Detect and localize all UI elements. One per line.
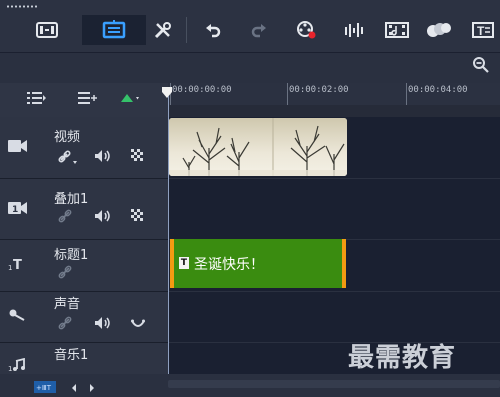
link-icon[interactable] (58, 149, 78, 168)
scroll-left-icon[interactable] (70, 378, 78, 397)
main-toolbar: T (0, 0, 500, 53)
link-icon[interactable] (58, 209, 72, 226)
track-name: 叠加1 (54, 192, 89, 207)
track-header-music[interactable]: 1 音乐1 (0, 343, 168, 375)
volume-icon[interactable] (94, 316, 112, 333)
add-track-icon[interactable] (120, 91, 142, 109)
redo-icon[interactable] (242, 15, 276, 45)
track-name: 声音 (54, 297, 81, 312)
tools-icon[interactable] (146, 15, 180, 45)
library-icon[interactable] (30, 15, 64, 45)
add-track-small-icon[interactable]: +ⅢT (34, 378, 56, 397)
checker-icon[interactable] (131, 209, 144, 225)
svg-text:+ⅢT: +ⅢT (36, 384, 52, 392)
video-clip-thumbnail (169, 118, 347, 176)
svg-text:1: 1 (12, 205, 18, 215)
track-name: 视频 (54, 130, 81, 145)
undo-icon[interactable] (196, 15, 230, 45)
title-clip[interactable]: T 圣诞快乐！ (170, 239, 346, 288)
grip-handle[interactable] (6, 5, 38, 8)
ruler-timecode: 00:00:00:00 (172, 85, 232, 95)
ruler-timecode: 00:00:02:00 (289, 85, 349, 95)
track-header-controls (0, 83, 168, 118)
ruler-tick (287, 83, 288, 105)
record-capture-icon[interactable] (290, 15, 324, 45)
svg-text:1: 1 (8, 264, 12, 271)
watermark-text: 最需教育 (348, 343, 457, 373)
sound-mixer-icon[interactable] (338, 15, 372, 45)
svg-text:1: 1 (8, 365, 12, 372)
video-clip[interactable] (169, 118, 347, 176)
ruler-strip (168, 105, 500, 117)
bottom-bar: +ⅢT (0, 374, 500, 397)
title-clip-text: 圣诞快乐！ (194, 257, 264, 273)
video-track-icon (8, 139, 28, 157)
title-clip-icon: T (179, 257, 189, 269)
horizontal-scrollbar[interactable] (168, 380, 500, 388)
timeline-view-icon[interactable] (82, 15, 146, 45)
link-icon[interactable] (58, 316, 72, 333)
zoom-row (0, 53, 500, 83)
auto-music-icon[interactable] (380, 15, 414, 45)
volume-icon[interactable] (94, 149, 112, 166)
track-header-voice[interactable]: 声音 (0, 292, 168, 343)
microphone-icon (8, 308, 28, 326)
track-name: 标题1 (54, 248, 89, 263)
zoom-out-icon[interactable] (472, 56, 490, 78)
svg-text:T: T (477, 24, 485, 38)
toolbar-separator (186, 17, 187, 43)
track-manager-icon[interactable] (27, 91, 47, 109)
checker-icon[interactable] (131, 149, 144, 165)
track-header-video[interactable]: 视频 (0, 117, 168, 179)
mask-creator-icon[interactable] (422, 15, 456, 45)
track-header-title[interactable]: 1T 标题1 (0, 240, 168, 292)
overlay-track-icon: 1 (8, 201, 28, 219)
track-name: 音乐1 (54, 348, 89, 363)
title-track-icon: 1T (8, 257, 28, 275)
scroll-right-icon[interactable] (88, 378, 96, 397)
link-icon[interactable] (58, 265, 72, 282)
svg-text:T: T (13, 258, 22, 271)
ripple-icon[interactable] (131, 318, 145, 332)
volume-icon[interactable] (94, 209, 112, 226)
ruler-timecode: 00:00:04:00 (408, 85, 468, 95)
playhead-marker[interactable] (161, 84, 173, 98)
ruler-tick (406, 83, 407, 105)
title-icon[interactable]: T (466, 15, 500, 45)
playhead-line (168, 96, 169, 374)
timeline-ruler[interactable]: 00:00:00:00 00:00:02:00 00:00:04:00 (168, 83, 500, 106)
chapter-menu-icon[interactable] (78, 91, 98, 109)
track-lane-voice[interactable] (168, 292, 500, 343)
track-lane-overlay[interactable] (168, 179, 500, 240)
track-header-overlay[interactable]: 1 叠加1 (0, 179, 168, 240)
